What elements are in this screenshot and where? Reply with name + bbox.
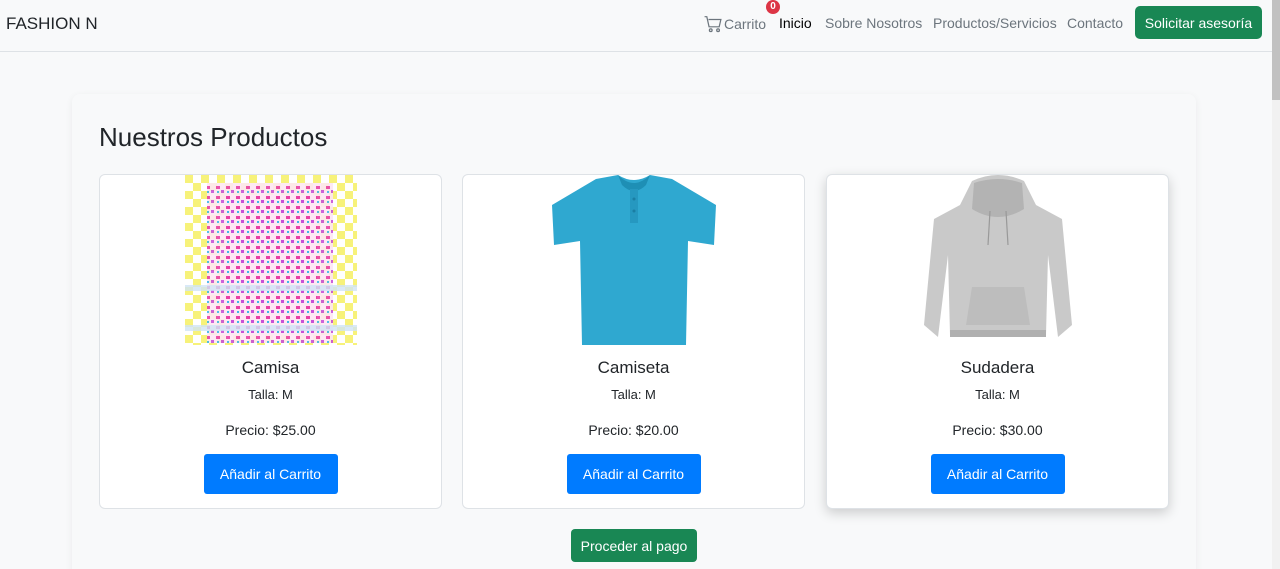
add-to-cart-button[interactable]: Añadir al Carrito [930, 454, 1065, 494]
nav-links: Carrito 0 Inicio Sobre Nosotros Producto… [0, 0, 1280, 52]
blue-polo-shirt-image [551, 175, 716, 345]
cart-icon [704, 16, 722, 33]
add-to-cart-button[interactable]: Añadir al Carrito [566, 454, 701, 494]
product-size: Talla: M [248, 387, 293, 402]
add-to-cart-button[interactable]: Añadir al Carrito [203, 454, 338, 494]
product-price: Precio: $30.00 [952, 422, 1043, 438]
cart-link[interactable]: Carrito [704, 15, 766, 33]
checkout-button[interactable]: Proceder al pago [571, 529, 697, 562]
nav-link-sobre-nosotros[interactable]: Sobre Nosotros [825, 15, 922, 31]
scrollbar-thumb[interactable] [1272, 0, 1280, 100]
product-card-camisa: Camisa Talla: M Precio: $25.00 Añadir al… [99, 174, 442, 509]
cart-label: Carrito [724, 16, 767, 32]
patterned-shirt-image [184, 175, 357, 345]
product-name: Camisa [241, 358, 300, 377]
nav-link-productos-servicios[interactable]: Productos/Servicios [933, 15, 1057, 31]
product-size: Talla: M [975, 387, 1020, 402]
nav-link-contacto[interactable]: Contacto [1067, 15, 1123, 31]
page-scrollbar[interactable] [1272, 0, 1280, 569]
product-card-sudadera: Sudadera Talla: M Precio: $30.00 Añadir … [826, 174, 1169, 509]
gray-hoodie-image [923, 175, 1072, 337]
product-name: Camiseta [597, 358, 670, 377]
nav-link-inicio[interactable]: Inicio [779, 15, 812, 31]
product-card-camiseta: Camiseta Talla: M Precio: $20.00 Añadir … [462, 174, 805, 509]
product-size: Talla: M [611, 387, 656, 402]
product-name: Sudadera [960, 358, 1035, 377]
product-price: Precio: $25.00 [225, 422, 316, 438]
cart-count-badge: 0 [766, 0, 780, 14]
page-title: Nuestros Productos [99, 122, 328, 152]
request-advice-button[interactable]: Solicitar asesoría [1135, 6, 1262, 39]
product-price: Precio: $20.00 [588, 422, 679, 438]
products-section: Nuestros Productos Camisa Talla: M Preci… [72, 94, 1196, 569]
navbar: FASHION N Carrito 0 Inicio Sobre Nosotro… [0, 0, 1280, 52]
